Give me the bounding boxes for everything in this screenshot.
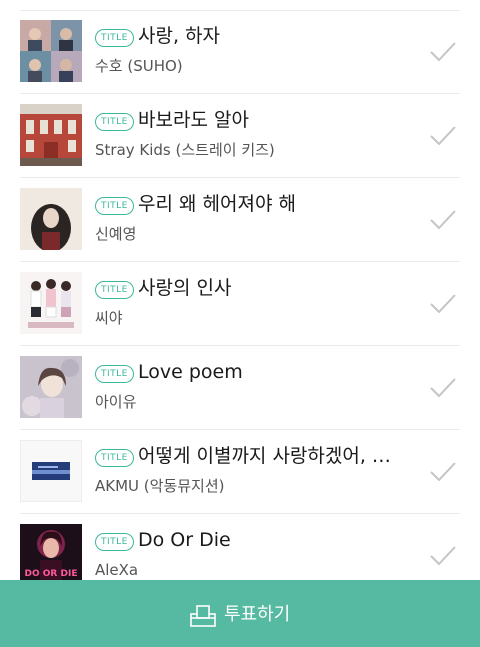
check-icon[interactable] [428,544,458,568]
title-badge: TITLE [95,449,134,467]
check-icon[interactable] [428,376,458,400]
song-artist: 수호 (SUHO) [95,57,183,75]
song-title: 우리 왜 헤어져야 해 [138,193,296,215]
cover-text: DO OR DIE [25,569,78,579]
song-title: 바보라도 알아 [138,109,249,131]
title-badge: TITLE [95,113,134,131]
album-cover [20,272,82,334]
song-row[interactable]: TITLE 우리 왜 헤어져야 해 신예영 [0,178,480,262]
check-icon[interactable] [428,208,458,232]
song-row[interactable]: TITLE 사랑의 인사 씨야 [0,262,480,346]
song-artist: AleXa [95,561,139,579]
song-title: Do Or Die [138,529,231,551]
title-badge: TITLE [95,281,134,299]
song-title: Love poem [138,361,243,383]
check-icon[interactable] [428,292,458,316]
song-artist: Stray Kids (스트레이 키즈) [95,141,275,159]
song-row[interactable]: TITLE 바보라도 알아 Stray Kids (스트레이 키즈) [0,94,480,178]
ballot-box-icon [190,605,216,627]
title-badge: TITLE [95,197,134,215]
title-badge: TITLE [95,29,134,47]
album-cover [20,104,82,166]
check-icon[interactable] [428,124,458,148]
check-icon[interactable] [428,40,458,64]
vote-label[interactable]: 투표하기 [224,602,290,628]
album-cover [20,356,82,418]
album-cover: DO OR DIE [20,524,82,586]
song-row[interactable]: TITLE Love poem 아이유 [0,346,480,430]
album-cover [20,188,82,250]
song-artist: 아이유 [95,393,137,411]
album-cover [20,20,82,82]
song-artist: 신예영 [95,225,137,243]
song-title: 사랑의 인사 [138,277,232,299]
song-artist: AKMU (악동뮤지션) [95,477,225,495]
title-badge: TITLE [95,533,134,551]
song-row[interactable]: TITLE 사랑, 하자 수호 (SUHO) [0,10,480,94]
song-row[interactable]: TITLE 어떻게 이별까지 사랑하겠어, … AKMU (악동뮤지션) [0,430,480,514]
title-badge: TITLE [95,365,134,383]
check-icon[interactable] [428,460,458,484]
album-cover [20,440,82,502]
song-title: 사랑, 하자 [138,25,220,47]
song-artist: 씨야 [95,309,123,327]
song-title: 어떻게 이별까지 사랑하겠어, … [138,445,391,467]
